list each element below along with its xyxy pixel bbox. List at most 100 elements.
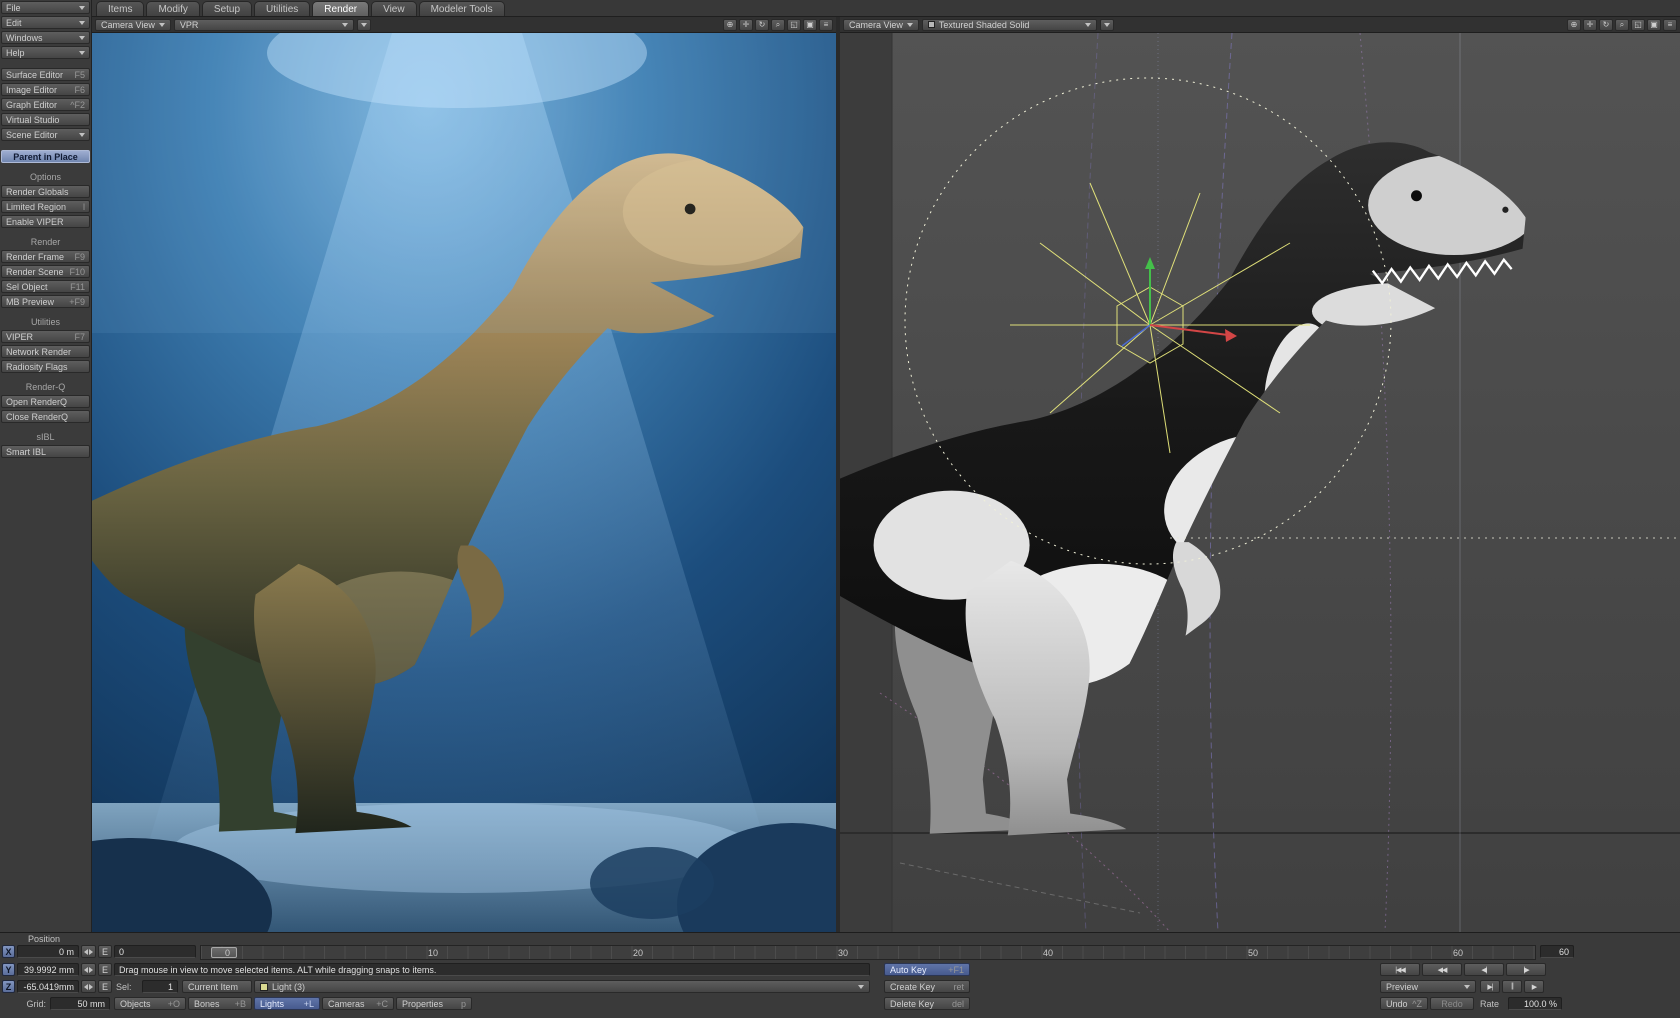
y-axis-badge[interactable]: Y <box>2 963 15 976</box>
z-axis-badge[interactable]: Z <box>2 980 15 993</box>
center-item-icon[interactable]: ⊕ <box>723 19 737 31</box>
current-frame-field[interactable]: 0 <box>114 945 196 958</box>
menu-edit-label: Edit <box>6 18 22 28</box>
sel-label: Sel: <box>116 980 132 993</box>
render-view-icon[interactable]: ▣ <box>803 19 817 31</box>
pause-button[interactable]: || <box>1502 980 1522 993</box>
sidebar-item-mb-preview[interactable]: MB Preview+F9 <box>1 295 90 308</box>
tab-items[interactable]: Items <box>96 1 144 16</box>
y-spinner[interactable] <box>81 963 96 976</box>
current-item-dropdown[interactable]: Light (3) <box>254 980 870 993</box>
button-shortcut: ret <box>953 982 964 992</box>
frame-tick: 20 <box>633 948 643 958</box>
zoom-icon[interactable]: ⌕ <box>771 19 785 31</box>
end-frame-field[interactable]: 60 <box>1540 945 1574 958</box>
sidebar-item-scene-editor[interactable]: Scene Editor <box>1 128 90 141</box>
pan-icon[interactable]: ✛ <box>739 19 753 31</box>
sidebar-item-radiosity-flags[interactable]: Radiosity Flags <box>1 360 90 373</box>
x-value-field[interactable]: 0 m <box>17 945 79 958</box>
channel-group-label: Position <box>8 934 80 944</box>
button-shortcut: +F1 <box>948 965 964 975</box>
render-canvas-right[interactable] <box>840 33 1680 932</box>
tab-view[interactable]: View <box>371 1 417 16</box>
current-item-button[interactable]: Current Item <box>182 980 252 993</box>
sidebar-item-viper[interactable]: VIPERF7 <box>1 330 90 343</box>
sidebar-item-network-render[interactable]: Network Render <box>1 345 90 358</box>
tab-modify[interactable]: Modify <box>146 1 199 16</box>
tab-render[interactable]: Render <box>312 1 369 16</box>
play-forward-button[interactable]: |▶ <box>1506 963 1546 976</box>
rotate-icon[interactable]: ↻ <box>755 19 769 31</box>
tab-utilities[interactable]: Utilities <box>254 1 310 16</box>
shader-mode-dropdown[interactable]: Textured Shaded Solid <box>922 19 1097 31</box>
go-to-start-button[interactable]: |◀◀ <box>1380 963 1420 976</box>
prev-keyframe-button[interactable]: ◀◀ <box>1422 963 1462 976</box>
viewport-menu-icon[interactable]: ≡ <box>819 19 833 31</box>
undo-button[interactable]: Undo^Z <box>1380 997 1428 1010</box>
y-value-field[interactable]: 39.9992 mm <box>17 963 79 976</box>
create-key-button[interactable]: Create Keyret <box>884 980 970 993</box>
render-view-icon[interactable]: ▣ <box>1647 19 1661 31</box>
menu-help[interactable]: Help <box>1 46 90 59</box>
preview-dropdown[interactable]: Preview <box>1380 980 1476 993</box>
auto-key-button[interactable]: Auto Key+F1 <box>884 963 970 976</box>
center-item-icon[interactable]: ⊕ <box>1567 19 1581 31</box>
mode-bones-button[interactable]: Bones+B <box>188 997 252 1010</box>
sidebar-item-render-frame[interactable]: Render FrameF9 <box>1 250 90 263</box>
mode-lights-button[interactable]: Lights+L <box>254 997 320 1010</box>
redo-button[interactable]: Redo <box>1430 997 1474 1010</box>
playhead[interactable] <box>211 947 237 958</box>
view-mode-dropdown[interactable]: Camera View <box>843 19 919 31</box>
pan-icon[interactable]: ✛ <box>1583 19 1597 31</box>
sidebar-item-smart-ibl[interactable]: Smart IBL <box>1 445 90 458</box>
view-mode-dropdown[interactable]: Camera View <box>95 19 171 31</box>
sidebar-item-close-renderq[interactable]: Close RenderQ <box>1 410 90 423</box>
section-utilities: Utilities <box>1 317 90 328</box>
render-canvas-left[interactable] <box>92 33 836 932</box>
chevron-down-icon <box>342 23 348 27</box>
parent-in-place-button[interactable]: Parent in Place <box>1 150 90 163</box>
menu-windows[interactable]: Windows <box>1 31 90 44</box>
z-value-field[interactable]: -65.0419mm <box>17 980 79 993</box>
rotate-icon[interactable]: ↻ <box>1599 19 1613 31</box>
sidebar-item-render-scene[interactable]: Render SceneF10 <box>1 265 90 278</box>
sidebar-item-image-editor[interactable]: Image EditorF6 <box>1 83 90 96</box>
mode-objects-button[interactable]: Objects+O <box>114 997 186 1010</box>
sidebar-item-virtual-studio[interactable]: Virtual Studio <box>1 113 90 126</box>
sidebar-item-render-globals[interactable]: Render Globals <box>1 185 90 198</box>
x-axis-badge[interactable]: X <box>2 945 15 958</box>
shader-mode-dropdown[interactable]: VPR <box>174 19 354 31</box>
viewport-layout-icon[interactable]: ◱ <box>1631 19 1645 31</box>
menu-file[interactable]: File <box>1 1 90 14</box>
sidebar-item-sel-object[interactable]: Sel ObjectF11 <box>1 280 90 293</box>
x-spinner[interactable] <box>81 945 96 958</box>
rate-value-field[interactable]: 100.0 % <box>1508 997 1562 1010</box>
menu-edit[interactable]: Edit <box>1 16 90 29</box>
mode-cameras-button[interactable]: Cameras+C <box>322 997 394 1010</box>
timeline-ruler[interactable]: 0 10 20 30 40 50 60 <box>200 945 1536 960</box>
play-button[interactable]: ▶ <box>1524 980 1544 993</box>
viewport-menu-icon[interactable]: ≡ <box>1663 19 1677 31</box>
button-label: Undo <box>1386 999 1408 1009</box>
sidebar-item-open-renderq[interactable]: Open RenderQ <box>1 395 90 408</box>
delete-key-button[interactable]: Delete Keydel <box>884 997 970 1010</box>
next-frame-button[interactable]: ▶| <box>1480 980 1500 993</box>
sidebar-item-graph-editor[interactable]: Graph Editor^F2 <box>1 98 90 111</box>
viewport-layout-icon[interactable]: ◱ <box>787 19 801 31</box>
x-envelope-button[interactable]: E <box>98 945 112 958</box>
tab-setup[interactable]: Setup <box>202 1 252 16</box>
zoom-icon[interactable]: ⌕ <box>1615 19 1629 31</box>
sidebar-item-surface-editor[interactable]: Surface EditorF5 <box>1 68 90 81</box>
tab-modeler-tools[interactable]: Modeler Tools <box>419 1 505 16</box>
sidebar-item-limited-region[interactable]: Limited Regionl <box>1 200 90 213</box>
y-envelope-button[interactable]: E <box>98 963 112 976</box>
selection-count-field: 1 <box>142 980 178 993</box>
z-spinner[interactable] <box>81 980 96 993</box>
sidebar-item-enable-viper[interactable]: Enable VIPER <box>1 215 90 228</box>
viewport-options-button[interactable] <box>357 19 371 31</box>
properties-button[interactable]: Propertiesp <box>396 997 472 1010</box>
z-envelope-button[interactable]: E <box>98 980 112 993</box>
prev-frame-button[interactable]: ◀| <box>1464 963 1504 976</box>
grid-size-field[interactable]: 50 mm <box>50 997 110 1010</box>
viewport-options-button[interactable] <box>1100 19 1114 31</box>
